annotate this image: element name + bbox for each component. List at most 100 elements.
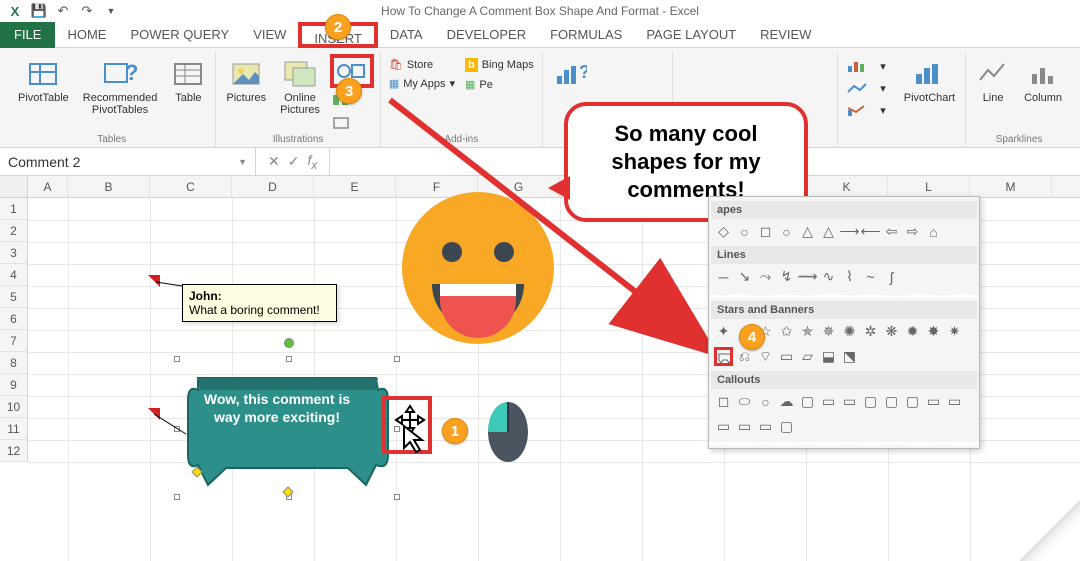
shape-item[interactable]: ∿ [819,267,838,286]
row-header[interactable]: 12 [0,440,28,462]
col-header[interactable]: B [68,176,150,197]
shape-item[interactable]: ✸ [924,322,943,341]
shape-item[interactable]: ✲ [861,322,880,341]
row-header[interactable]: 1 [0,198,28,220]
bing-maps-button[interactable]: b Bing Maps [463,56,536,74]
store-button[interactable]: 🛍 Store [387,56,457,73]
table-button[interactable]: Table [167,52,209,108]
col-header[interactable]: E [314,176,396,197]
tab-pagelayout[interactable]: PAGE LAYOUT [634,22,748,48]
col-header[interactable]: M [970,176,1052,197]
shape-item[interactable]: ▢ [777,417,796,436]
undo-icon[interactable]: ↶ [54,2,72,20]
shape-item[interactable]: ◻ [756,222,775,241]
redo-icon[interactable]: ↷ [78,2,96,20]
comment-box-plain[interactable]: John: What a boring comment! [182,284,337,322]
online-pictures-button[interactable]: Online Pictures [276,52,324,120]
shape-item[interactable]: ☁ [777,392,796,411]
qat-customize-icon[interactable]: ▼ [102,2,120,20]
shape-item[interactable]: ▭ [840,392,859,411]
row-header[interactable]: 2 [0,220,28,242]
tab-home[interactable]: HOME [55,22,118,48]
row-header[interactable]: 5 [0,286,28,308]
shape-item[interactable]: ⇨ [903,222,922,241]
shape-item-ribbon-highlighted[interactable] [714,347,733,366]
sparkline-column-button[interactable]: Column [1020,52,1066,108]
tab-developer[interactable]: DEVELOPER [435,22,538,48]
pictures-button[interactable]: Pictures [222,52,270,108]
row-header[interactable]: 9 [0,374,28,396]
shape-item[interactable]: ○ [735,222,754,241]
shape-item[interactable]: ▭ [777,347,796,366]
shape-item[interactable]: ⬓ [819,347,838,366]
select-all-corner[interactable] [0,176,28,197]
col-header[interactable]: K [806,176,888,197]
row-header[interactable]: 10 [0,396,28,418]
rotation-handle-icon[interactable] [284,338,294,348]
shape-item[interactable]: ▢ [798,392,817,411]
shape-item[interactable]: ⌂ [924,222,943,241]
row-header[interactable]: 6 [0,308,28,330]
shape-item[interactable]: ▢ [882,392,901,411]
shape-item[interactable]: ✩ [777,322,796,341]
shape-item[interactable]: ↯ [777,267,796,286]
shape-item[interactable]: ⇦ [882,222,901,241]
recommended-pivot-button[interactable]: ? Recommended PivotTables [79,52,162,120]
shape-item[interactable]: ⬔ [840,347,859,366]
recommended-charts-button[interactable]: ? [549,52,591,94]
cancel-icon[interactable]: ✕ [268,153,280,170]
shape-item[interactable]: ▭ [924,392,943,411]
row-header[interactable]: 11 [0,418,28,440]
shape-item[interactable]: ○ [756,392,775,411]
shape-item[interactable]: △ [798,222,817,241]
shape-item[interactable]: ▢ [903,392,922,411]
name-box-dropdown-icon[interactable]: ▼ [238,157,247,167]
shape-item[interactable]: ▭ [819,392,838,411]
shape-item[interactable]: ✷ [945,322,964,341]
pivottable-button[interactable]: PivotTable [14,52,73,108]
screenshot-button[interactable] [330,112,374,132]
pivotchart-button[interactable]: PivotChart [900,52,959,108]
shape-item[interactable]: ◻ [714,392,733,411]
shape-item[interactable]: ▭ [735,417,754,436]
tab-file[interactable]: FILE [0,22,55,48]
shape-item[interactable]: ⤳ [756,267,775,286]
shape-item[interactable]: ❋ [882,322,901,341]
name-box[interactable]: Comment 2 ▼ [0,148,256,175]
shape-item[interactable]: ▱ [798,347,817,366]
row-header[interactable]: 8 [0,352,28,374]
people-graph-button[interactable]: ▦ Pe [463,76,536,93]
row-header[interactable]: 4 [0,264,28,286]
fx-icon[interactable]: fx [307,152,317,172]
comment-box-shaped[interactable]: Wow, this comment is way more exciting! [178,360,398,500]
shape-item[interactable]: ↘ [735,267,754,286]
col-header[interactable]: D [232,176,314,197]
myapps-button[interactable]: ▦ My Apps ▾ [387,75,457,92]
shape-item[interactable]: ⟿ [798,267,817,286]
shape-item[interactable]: ▭ [756,417,775,436]
tab-view[interactable]: VIEW [241,22,298,48]
shape-item[interactable]: ⟶ [840,222,859,241]
row-header[interactable]: 3 [0,242,28,264]
shape-item[interactable]: ○ [777,222,796,241]
shape-item[interactable]: ⬭ [735,392,754,411]
shape-item[interactable]: ⌔ [756,347,775,366]
shape-item[interactable]: ▭ [945,392,964,411]
shape-item[interactable]: ⌇ [840,267,859,286]
row-header[interactable]: 7 [0,330,28,352]
shape-item[interactable]: ─ [714,267,733,286]
save-icon[interactable]: 💾 [30,2,48,20]
shape-item[interactable]: ⟵ [861,222,880,241]
shape-item[interactable]: ▢ [861,392,880,411]
shape-item[interactable]: ✯ [798,322,817,341]
tab-powerquery[interactable]: POWER QUERY [118,22,241,48]
col-header[interactable]: A [28,176,68,197]
chart-stock-button[interactable]: ▾ [844,78,888,98]
tab-formulas[interactable]: FORMULAS [538,22,634,48]
tab-review[interactable]: REVIEW [748,22,823,48]
col-header[interactable]: L [888,176,970,197]
shape-item[interactable]: ~ [861,267,880,286]
shape-item[interactable]: ✹ [903,322,922,341]
shape-item[interactable]: ▭ [714,417,733,436]
shape-item[interactable]: △ [819,222,838,241]
